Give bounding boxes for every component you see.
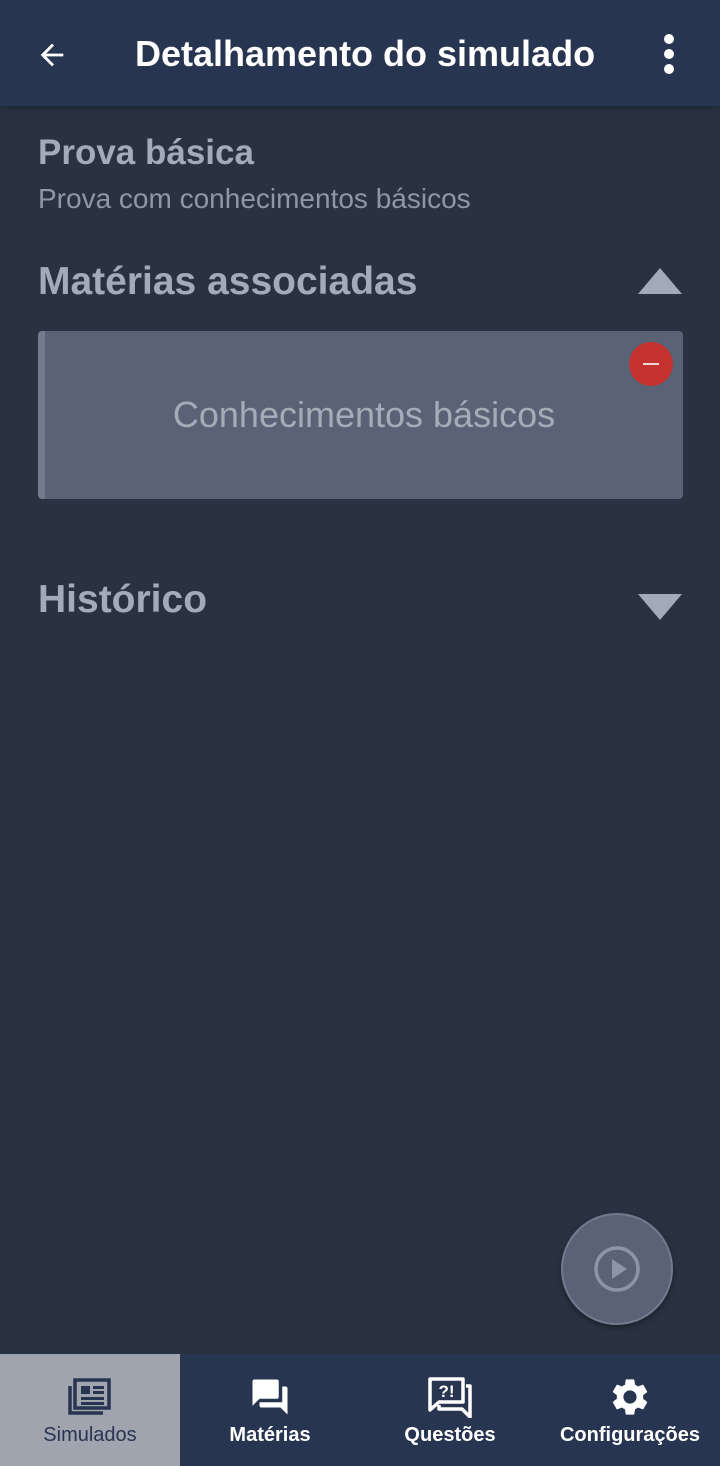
app-screen: Detalhamento do simulado Prova básica Pr…: [0, 0, 720, 1466]
section-title-materias: Matérias associadas: [38, 260, 418, 303]
more-options-button[interactable]: [648, 30, 690, 78]
nav-item-materias[interactable]: Matérias: [180, 1354, 360, 1466]
back-button[interactable]: [28, 31, 76, 79]
nav-item-simulados[interactable]: Simulados: [0, 1354, 180, 1466]
subject-label: Conhecimentos básicos: [172, 394, 556, 435]
newspaper-icon: [68, 1378, 111, 1415]
section-title-historico: Histórico: [38, 578, 208, 621]
questions-icon: ?!: [428, 1377, 472, 1418]
nav-item-configuracoes[interactable]: Configurações: [540, 1354, 720, 1466]
more-vertical-icon: [664, 34, 674, 74]
exam-title: Prova básica: [38, 133, 254, 172]
bottom-navigation: Simulados Matérias ?! Questões Configura…: [0, 1354, 720, 1466]
collapse-materias-toggle[interactable]: [638, 266, 682, 296]
forum-icon: [252, 1379, 288, 1415]
nav-label-simulados: Simulados: [43, 1424, 137, 1446]
nav-item-questoes[interactable]: ?! Questões: [360, 1354, 540, 1466]
nav-label-questoes: Questões: [404, 1424, 496, 1446]
exam-subtitle: Prova com conhecimentos básicos: [38, 183, 471, 214]
start-simulation-fab[interactable]: [561, 1213, 673, 1325]
triangle-down-icon: [638, 594, 682, 620]
triangle-up-icon: [638, 268, 682, 294]
remove-circle-icon: [643, 363, 659, 365]
arrow-left-icon: [40, 43, 64, 67]
top-app-bar: Detalhamento do simulado: [0, 0, 720, 106]
subject-card[interactable]: Conhecimentos básicos: [38, 331, 683, 499]
nav-label-configuracoes: Configurações: [559, 1424, 701, 1446]
remove-subject-button[interactable]: [629, 342, 673, 386]
gear-icon: [612, 1379, 648, 1415]
play-circle-icon: [594, 1246, 640, 1292]
page-title: Detalhamento do simulado: [135, 33, 596, 74]
nav-label-materias: Matérias: [229, 1424, 311, 1446]
expand-historico-toggle[interactable]: [638, 592, 682, 622]
svg-text:?!: ?!: [438, 1382, 454, 1401]
